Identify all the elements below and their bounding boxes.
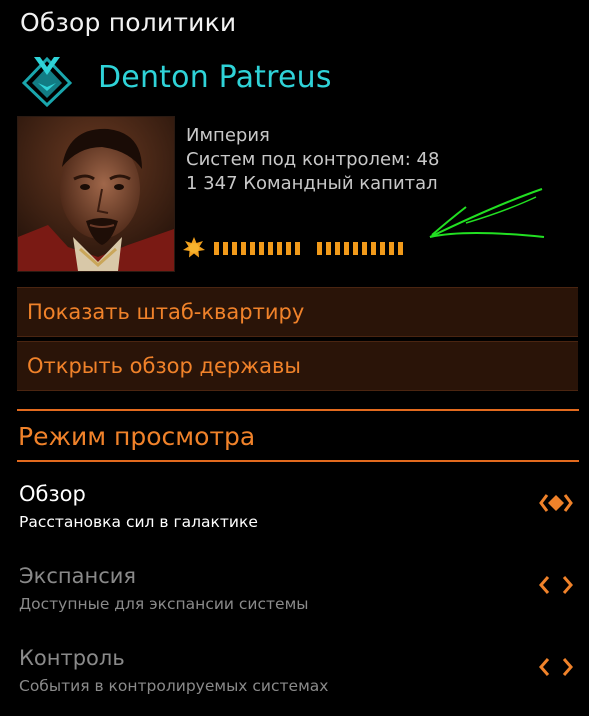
open-realm-overview-button[interactable]: Открыть обзор державы bbox=[17, 341, 578, 391]
progress-pip bbox=[398, 242, 403, 255]
section-divider-bottom bbox=[17, 460, 579, 462]
chevron-selector-icon[interactable] bbox=[539, 656, 573, 678]
progress-pip bbox=[277, 242, 282, 255]
show-headquarters-label: Показать штаб-квартиру bbox=[27, 300, 305, 324]
progress-pip bbox=[335, 242, 340, 255]
progress-pip bbox=[214, 242, 219, 255]
empire-emblem-icon bbox=[21, 56, 73, 107]
star-icon bbox=[183, 237, 205, 258]
progress-pip bbox=[232, 242, 237, 255]
progress-pip bbox=[317, 242, 322, 255]
selected-diamond-icon[interactable] bbox=[539, 492, 573, 514]
progress-pip bbox=[380, 242, 385, 255]
view-mode-overview-subtitle: Расстановка сил в галактике bbox=[19, 513, 258, 531]
panel-title: Обзор политики bbox=[20, 8, 237, 37]
systems-controlled: Систем под контролем: 48 bbox=[186, 149, 440, 170]
progress-pip bbox=[371, 242, 376, 255]
annotation-arrow bbox=[429, 188, 545, 238]
view-mode-overview[interactable]: Обзор Расстановка сил в галактике bbox=[0, 482, 589, 552]
leader-faction: Империя bbox=[186, 125, 270, 146]
view-mode-overview-title: Обзор bbox=[19, 482, 86, 506]
progress-pip bbox=[326, 242, 331, 255]
progress-pip bbox=[362, 242, 367, 255]
leader-name: Denton Patreus bbox=[98, 60, 332, 95]
progress-pip bbox=[344, 242, 349, 255]
view-mode-control[interactable]: Контроль События в контролируемых систем… bbox=[0, 646, 589, 716]
progress-pip bbox=[389, 242, 394, 255]
view-mode-control-subtitle: События в контролируемых системах bbox=[19, 677, 329, 695]
open-realm-overview-label: Открыть обзор державы bbox=[27, 354, 301, 378]
progress-pip bbox=[241, 242, 246, 255]
progress-pip bbox=[223, 242, 228, 255]
progress-pip bbox=[295, 242, 300, 255]
progress-pip bbox=[286, 242, 291, 255]
view-mode-control-title: Контроль bbox=[19, 646, 125, 670]
progress-pip bbox=[268, 242, 273, 255]
progress-pip bbox=[250, 242, 255, 255]
chevron-selector-icon[interactable] bbox=[539, 574, 573, 596]
command-capital: 1 347 Командный капитал bbox=[186, 173, 438, 194]
command-capital-progress bbox=[214, 242, 426, 255]
section-divider-top bbox=[17, 409, 579, 411]
view-mode-expansion-subtitle: Доступные для экспансии системы bbox=[19, 595, 309, 613]
progress-pip bbox=[353, 242, 358, 255]
portrait-illustration bbox=[18, 117, 174, 271]
show-headquarters-button[interactable]: Показать штаб-квартиру bbox=[17, 287, 578, 337]
view-mode-title: Режим просмотра bbox=[18, 422, 256, 451]
leader-portrait bbox=[17, 116, 175, 272]
progress-pip bbox=[259, 242, 264, 255]
view-mode-expansion-title: Экспансия bbox=[19, 564, 137, 588]
view-mode-expansion[interactable]: Экспансия Доступные для экспансии систем… bbox=[0, 564, 589, 634]
